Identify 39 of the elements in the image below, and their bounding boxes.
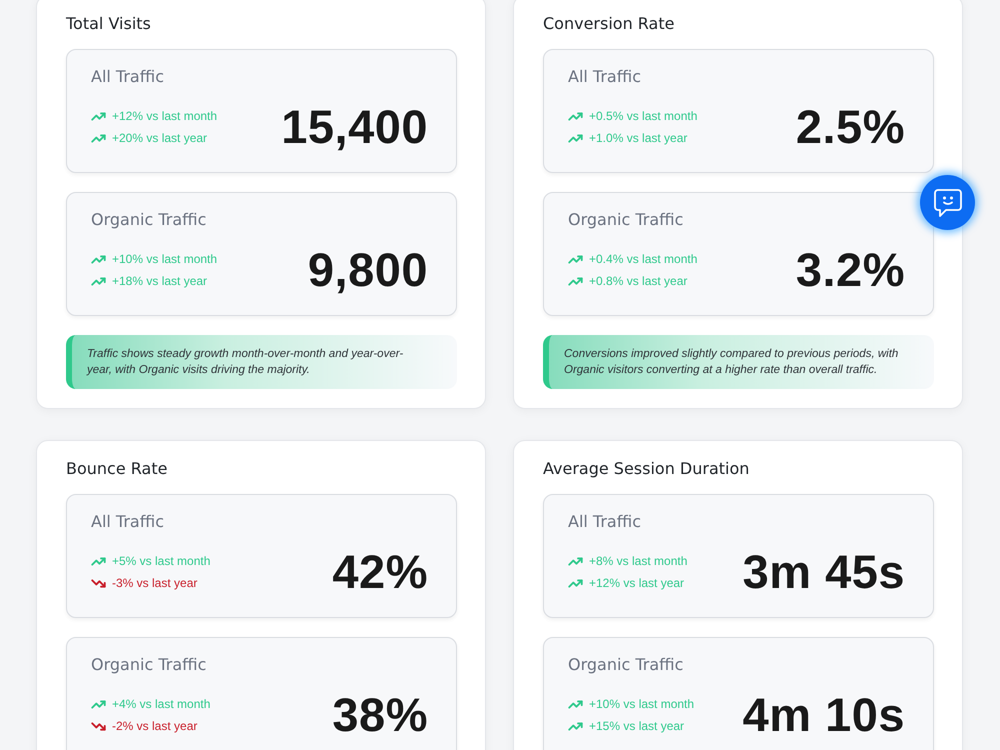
trend-text: +0.8% vs last year bbox=[589, 274, 688, 288]
trend-text: -3% vs last year bbox=[112, 576, 198, 590]
trend-text: +0.4% vs last month bbox=[589, 252, 698, 266]
metric-value: 38% bbox=[332, 689, 428, 741]
trend-text: +0.5% vs last month bbox=[589, 109, 698, 123]
segment-label: All Traffic bbox=[91, 66, 164, 88]
segment-label: Organic Traffic bbox=[568, 654, 684, 676]
trend-text: +5% vs last month bbox=[112, 554, 210, 568]
trend-text: +15% vs last year bbox=[589, 719, 684, 733]
segment-label: All Traffic bbox=[91, 511, 164, 533]
trend-text: +10% vs last month bbox=[112, 252, 218, 266]
chat-smile-icon bbox=[932, 186, 964, 218]
card-title: Total Visits bbox=[66, 13, 151, 35]
segment-label: Organic Traffic bbox=[91, 209, 206, 231]
metric-value: 9,800 bbox=[308, 244, 428, 296]
card-title: Average Session Duration bbox=[543, 458, 750, 480]
trend-text: +12% vs last year bbox=[589, 576, 684, 590]
trend-text: +20% vs last year bbox=[112, 131, 208, 145]
metric-value: 4m 10s bbox=[742, 689, 905, 741]
trend-text: +12% vs last month bbox=[112, 109, 218, 123]
metric-value: 42% bbox=[332, 546, 428, 598]
card-title: Conversion Rate bbox=[543, 13, 674, 35]
trend-text: +10% vs last month bbox=[589, 697, 694, 711]
metric-value: 15,400 bbox=[281, 101, 428, 153]
segment-label: All Traffic bbox=[568, 511, 641, 533]
segment-label: Organic Traffic bbox=[568, 209, 684, 231]
trend-text: +4% vs last month bbox=[112, 697, 210, 711]
metric-value: 3.2% bbox=[796, 244, 905, 296]
segment-label: All Traffic bbox=[568, 66, 641, 88]
trend-text: -2% vs last year bbox=[112, 719, 198, 733]
insight-note: Conversions improved slightly compared to previous periods, with Organic visitors converting at a higher rate than overall traffic. bbox=[543, 335, 934, 389]
insight-note: Traffic shows steady growth month-over-month and year-over-year, with Organic visits driving the majority. bbox=[66, 335, 457, 389]
metric-value: 2.5% bbox=[796, 101, 905, 153]
segment-label: Organic Traffic bbox=[91, 654, 206, 676]
card-title: Bounce Rate bbox=[66, 458, 168, 480]
trend-text: +18% vs last year bbox=[112, 274, 208, 288]
trend-text: +8% vs last month bbox=[589, 554, 688, 568]
metric-value: 3m 45s bbox=[742, 546, 905, 598]
trend-text: +1.0% vs last year bbox=[589, 131, 688, 145]
